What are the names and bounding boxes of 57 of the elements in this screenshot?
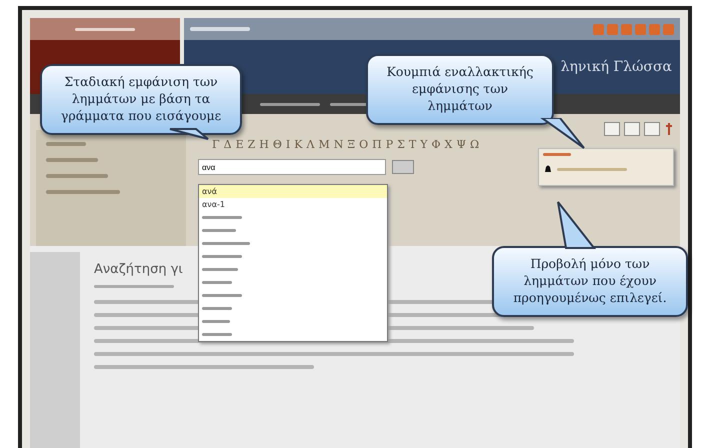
blurred-text[interactable] [202,242,250,245]
callout: Προβολή μόνο των λημμάτων που έχουν προηγουμένως επιλεγεί. [492,246,688,317]
letter-link[interactable]: Ι [286,138,290,151]
letter-link[interactable]: Ε [236,138,244,151]
blurred-text[interactable] [46,190,120,194]
callout: Κουμπιά εναλλακτικής εμφάνισης των λημμάτων [366,54,554,125]
blurred-text[interactable] [202,216,242,219]
bell-icon[interactable] [543,164,553,174]
letter-link[interactable]: Π [372,138,382,151]
blurred-text [543,153,571,156]
letter-link[interactable]: Χ [444,138,452,151]
callout: Σταδιακή εμφάνιση των λημμάτων με βάση τα γράμματα που εισάγουμε [40,64,242,135]
site-title: ληνική Γλώσσα [560,59,672,75]
results-heading: Αναζήτηση γι [94,262,183,277]
letter-link[interactable]: Ξ [347,138,356,151]
letter-link[interactable]: Ν [334,138,344,151]
blurred-text[interactable] [202,294,242,297]
callout-pointer [169,128,209,140]
letter-link[interactable]: Ζ [248,138,256,151]
callout-pointer [557,201,596,249]
letter-link[interactable]: Ρ [386,138,394,151]
blurred-text[interactable] [46,174,108,178]
blurred-text [75,28,135,30]
letter-link[interactable]: Λ [306,138,314,151]
blurred-text[interactable] [202,255,242,258]
blurred-text [260,102,320,106]
letter-link[interactable]: Φ [432,138,441,151]
letter-link[interactable]: Υ [420,138,428,151]
blurred-text[interactable] [202,320,230,323]
view-button[interactable] [644,122,660,136]
blurred-text[interactable] [202,307,232,310]
letter-link[interactable]: Η [259,138,269,151]
view-button[interactable] [604,122,620,136]
letter-link[interactable]: Δ [224,138,232,151]
blurred-text[interactable] [202,333,232,336]
blurred-text[interactable] [46,158,98,162]
blurred-text[interactable] [202,281,232,284]
letter-link[interactable]: Ο [359,138,368,151]
letter-link[interactable]: Γ [212,138,220,151]
letter-link[interactable]: Θ [272,138,282,151]
letter-link[interactable]: Κ [294,138,302,151]
letter-link[interactable]: Σ [397,138,405,151]
blurred-text [190,27,250,31]
blurred-text[interactable] [202,268,238,271]
suggestion-item[interactable]: ανα-1 [199,198,387,211]
blurred-text[interactable] [202,229,236,232]
letter-link[interactable]: Τ [408,138,416,151]
callout-pointer [540,118,585,149]
social-icons[interactable] [593,24,674,34]
letter-link[interactable]: Ω [470,138,480,151]
search-button[interactable] [392,160,414,174]
letter-link[interactable]: Μ [318,138,330,151]
blurred-text[interactable] [46,142,86,146]
search-field[interactable]: ανα [198,159,386,175]
letter-link[interactable]: Ψ [456,138,466,151]
suggestion-item[interactable]: ανά [199,185,387,198]
view-button[interactable] [624,122,640,136]
